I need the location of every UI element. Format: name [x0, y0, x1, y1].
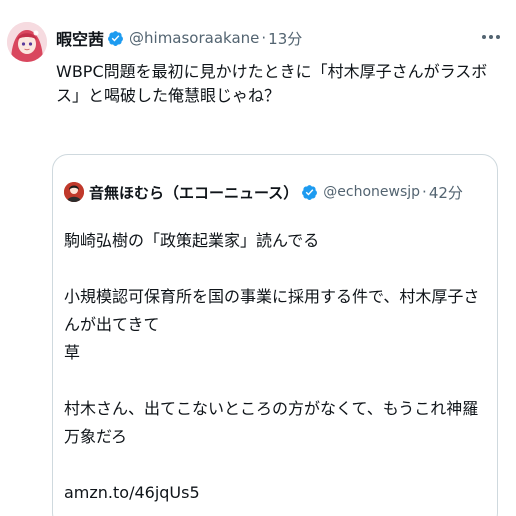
quoted-line: 村木さん、出てこないところの方がなくて、もうこれ神羅万象だろ	[64, 399, 479, 446]
avatar-image-icon	[7, 22, 47, 62]
timestamp[interactable]: 13分	[268, 28, 302, 49]
quoted-tweet[interactable]: 音無ほむら（エコーニュース） @echonewsjp · 42分 駒崎弘樹の「政…	[52, 154, 498, 516]
handle[interactable]: @himasoraakane	[129, 29, 259, 47]
quoted-timestamp: 42分	[428, 183, 463, 202]
quoted-display-name[interactable]: 音無ほむら（エコーニュース）	[89, 182, 298, 203]
quoted-link[interactable]: amzn.to/46jqUs5	[64, 479, 489, 507]
separator-dot: ·	[261, 29, 267, 47]
quoted-separator-dot: ·	[422, 183, 427, 201]
tweet-header: 暇空茜 @himasoraakane · 13分	[56, 27, 302, 49]
verified-icon	[108, 30, 123, 46]
quoted-avatar	[64, 182, 84, 202]
quoted-avatar-image-icon	[64, 182, 84, 202]
quoted-handle: @echonewsjp	[323, 184, 421, 200]
display-name[interactable]: 暇空茜	[56, 26, 104, 50]
quoted-line: 駒崎弘樹の「政策起業家」読んでる	[64, 231, 320, 250]
avatar[interactable]	[7, 22, 47, 62]
quoted-tweet-text: 駒崎弘樹の「政策起業家」読んでる 小規模認可保育所を国の事業に採用する件で、村木…	[64, 227, 489, 507]
quoted-line: 草	[64, 343, 81, 362]
quoted-line: 小規模認可保育所を国の事業に採用する件で、村木厚子さんが出てきて	[64, 287, 480, 334]
quoted-tweet-header: 音無ほむら（エコーニュース） @echonewsjp · 42分	[64, 181, 463, 203]
quoted-verified-icon	[302, 184, 318, 200]
more-icon[interactable]	[480, 28, 502, 46]
tweet-text: WBPC問題を最初に見かけたときに「村木厚子さんがラスボス」と喝破した俺慧眼じゃ…	[56, 62, 488, 105]
tweet[interactable]: 暇空茜 @himasoraakane · 13分 WBPC問題を最初に見かけたと…	[0, 0, 516, 516]
